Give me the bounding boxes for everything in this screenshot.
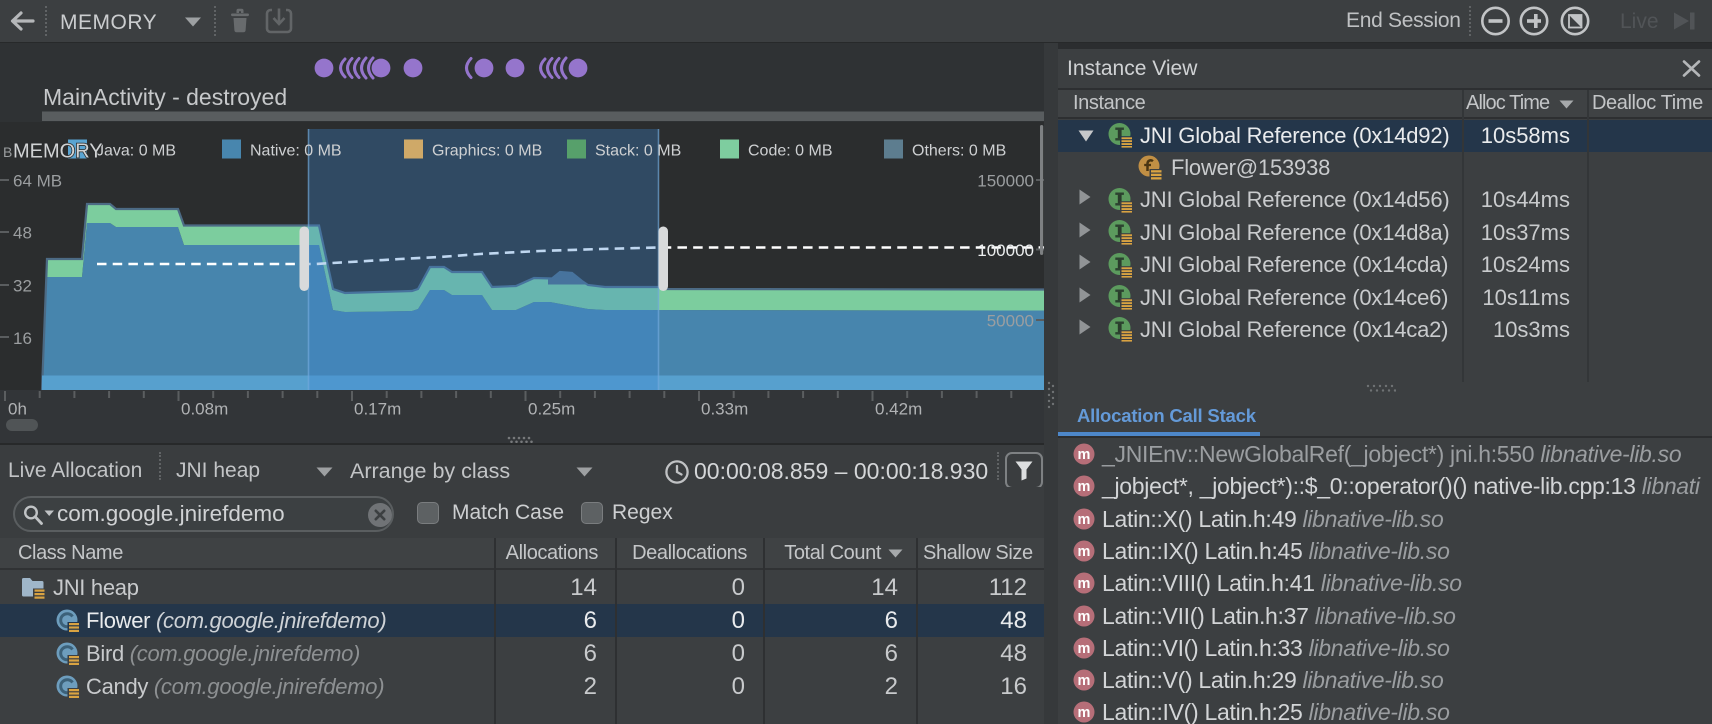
svg-text:50000: 50000 [987,312,1034,331]
svg-text:150000: 150000 [977,172,1034,191]
svg-text:B: B [3,144,12,160]
svg-text:Others: 0 MB: Others: 0 MB [912,143,1006,160]
svg-text:0h: 0h [8,400,27,419]
svg-text:Native: 0 MB: Native: 0 MB [250,143,342,160]
svg-text:Live: Live [1620,10,1659,33]
svg-text:0.08m: 0.08m [181,400,228,419]
svg-text:Stack: 0 MB: Stack: 0 MB [595,143,681,160]
svg-text:Code: 0 MB: Code: 0 MB [748,143,832,160]
svg-text:0.33m: 0.33m [701,400,748,419]
svg-text:16: 16 [13,329,32,348]
svg-text:100000: 100000 [977,241,1034,260]
svg-text:64 MB: 64 MB [13,172,62,191]
svg-text:Java: 0 MB: Java: 0 MB [96,143,176,160]
svg-text:0.25m: 0.25m [528,400,575,419]
svg-text:0.42m: 0.42m [875,400,922,419]
svg-text:MainActivity - destroyed: MainActivity - destroyed [43,84,287,110]
svg-text:MEMORY: MEMORY [13,141,103,163]
svg-text:32: 32 [13,277,32,296]
svg-text:0.17m: 0.17m [354,400,401,419]
svg-text:Graphics: 0 MB: Graphics: 0 MB [432,143,542,160]
svg-text:48: 48 [13,224,32,243]
svg-text:MEMORY: MEMORY [60,11,157,34]
